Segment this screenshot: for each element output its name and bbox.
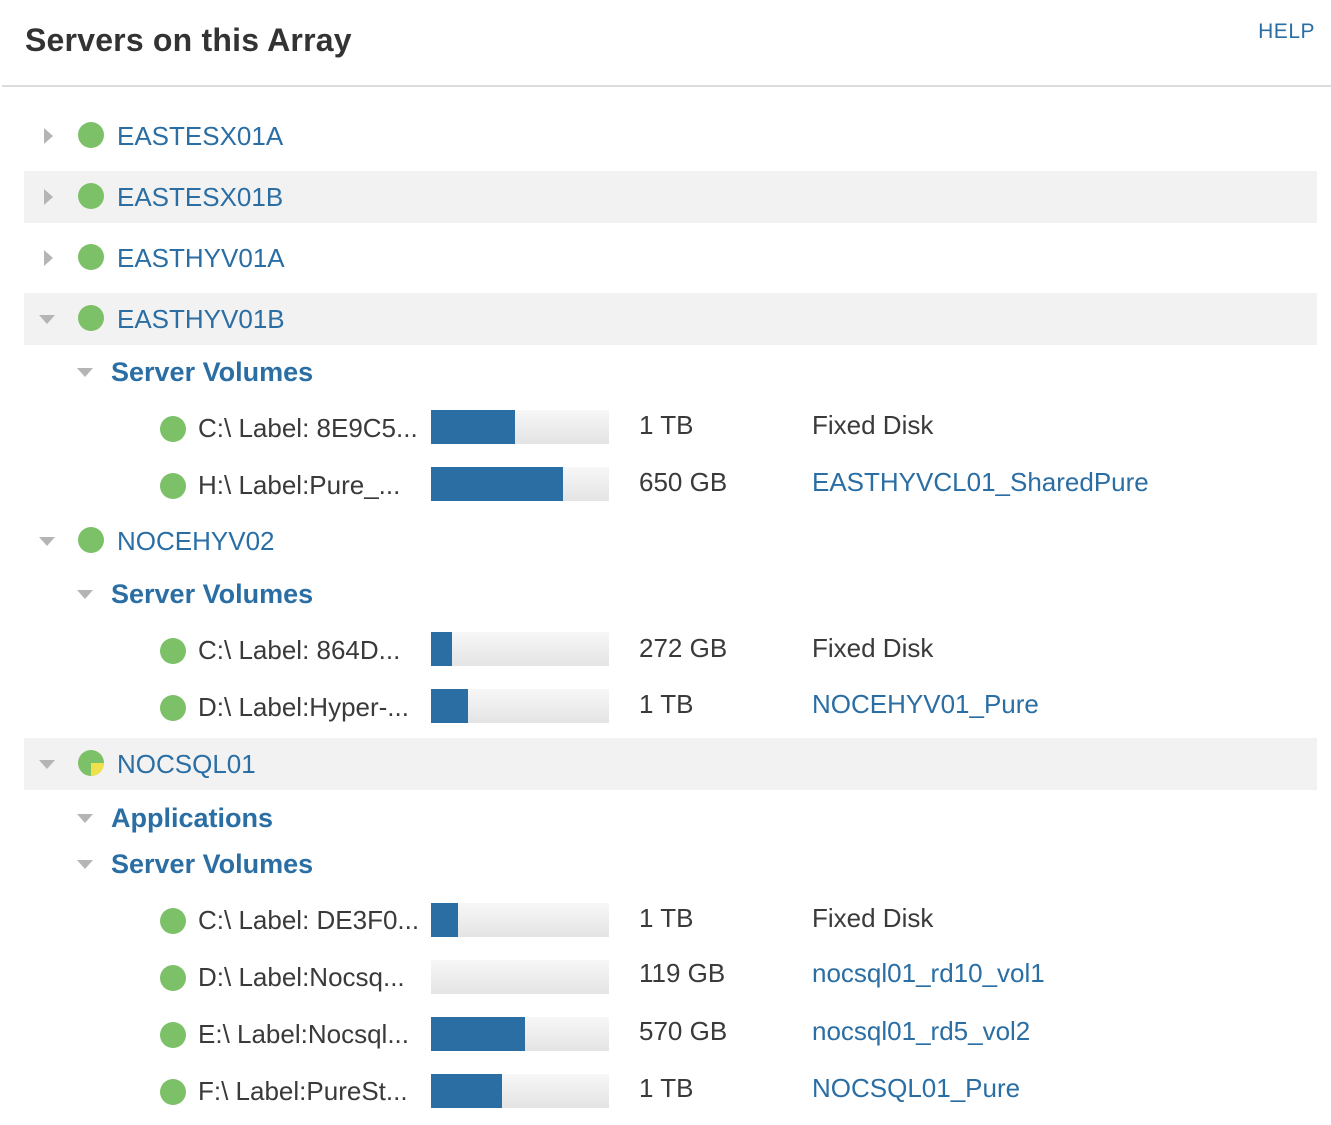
collapse-caret-icon[interactable] [39, 315, 55, 324]
server-volumes-group[interactable]: Server Volumes [111, 357, 313, 388]
server-name[interactable]: NOCEHYV02 [117, 526, 275, 557]
usage-bar [431, 1017, 609, 1051]
volume-status-ok-icon [160, 416, 186, 442]
server-name[interactable]: NOCSQL01 [117, 749, 256, 780]
usage-bar [431, 1074, 609, 1108]
volume-size: 650 GB [639, 467, 728, 497]
panel-header: Servers on this Array HELP [0, 0, 1331, 87]
collapse-caret-icon[interactable] [77, 860, 93, 869]
server-row-nocsql01[interactable]: NOCSQL01 [24, 738, 1317, 790]
expand-caret-icon[interactable] [44, 189, 53, 205]
volume-target: Fixed Disk [812, 633, 934, 663]
status-ok-icon [78, 305, 104, 331]
volume-status-ok-icon [160, 638, 186, 664]
server-name[interactable]: EASTESX01A [117, 121, 283, 152]
server-volumes-group[interactable]: Server Volumes [111, 849, 313, 880]
usage-bar [431, 960, 609, 994]
server-row-nocehyv02[interactable]: NOCEHYV02 [24, 515, 1317, 567]
volume-size: 119 GB [639, 958, 726, 988]
volume-label: D:\ Label:Hyper-... [198, 692, 409, 722]
usage-bar [431, 903, 609, 937]
usage-fill [431, 689, 469, 723]
server-volumes-group[interactable]: Server Volumes [111, 579, 313, 610]
usage-fill [431, 1017, 526, 1051]
header-divider [2, 85, 1331, 87]
usage-bar [431, 410, 609, 444]
status-ok-icon [78, 183, 104, 209]
server-name[interactable]: EASTESX01B [117, 182, 283, 213]
volume-size: 570 GB [639, 1016, 728, 1046]
status-ok-icon [78, 244, 104, 270]
volume-target-link[interactable]: NOCSQL01_Pure [812, 1073, 1020, 1104]
volume-label: H:\ Label:Pure_... [198, 470, 401, 500]
collapse-caret-icon[interactable] [39, 760, 55, 769]
volume-status-ok-icon [160, 965, 186, 991]
usage-bar [431, 467, 609, 501]
volume-target: Fixed Disk [812, 410, 934, 440]
server-name[interactable]: EASTHYV01A [117, 243, 285, 274]
volume-size: 1 TB [639, 1073, 694, 1103]
volume-size: 272 GB [639, 633, 728, 663]
collapse-caret-icon[interactable] [39, 537, 55, 546]
volume-label: C:\ Label: 864D... [198, 635, 401, 665]
volume-target-link[interactable]: NOCEHYV01_Pure [812, 689, 1039, 720]
volume-label: C:\ Label: DE3F0... [198, 905, 420, 935]
page-title: Servers on this Array [25, 22, 352, 58]
volume-target-link[interactable]: EASTHYVCL01_SharedPure [812, 467, 1149, 498]
status-warning-icon [78, 750, 104, 776]
volume-target: Fixed Disk [812, 903, 934, 933]
volume-size: 1 TB [639, 410, 694, 440]
volume-status-ok-icon [160, 695, 186, 721]
applications-group[interactable]: Applications [111, 803, 273, 834]
usage-bar [431, 632, 609, 666]
server-row-easthyv01a[interactable]: EASTHYV01A [24, 232, 1317, 284]
volume-size: 1 TB [639, 689, 694, 719]
status-ok-icon [78, 122, 104, 148]
server-row-easthyv01b[interactable]: EASTHYV01B [24, 293, 1317, 345]
volume-status-ok-icon [160, 473, 186, 499]
usage-fill [431, 467, 563, 501]
collapse-caret-icon[interactable] [77, 590, 93, 599]
server-row-eastesx01b[interactable]: EASTESX01B [24, 171, 1317, 223]
volume-target-link[interactable]: nocsql01_rd5_vol2 [812, 1016, 1030, 1047]
volume-status-ok-icon [160, 908, 186, 934]
help-link[interactable]: HELP [1258, 20, 1315, 44]
volume-label: F:\ Label:PureSt... [198, 1076, 408, 1106]
collapse-caret-icon[interactable] [77, 814, 93, 823]
volume-size: 1 TB [639, 903, 694, 933]
volume-status-ok-icon [160, 1079, 186, 1105]
status-ok-icon [78, 527, 104, 553]
server-name[interactable]: EASTHYV01B [117, 304, 285, 335]
usage-fill [431, 903, 458, 937]
collapse-caret-icon[interactable] [77, 368, 93, 377]
volume-target-link[interactable]: nocsql01_rd10_vol1 [812, 958, 1045, 989]
volume-label: D:\ Label:Nocsq... [198, 962, 405, 992]
expand-caret-icon[interactable] [44, 128, 53, 144]
volume-label: C:\ Label: 8E9C5... [198, 413, 418, 443]
usage-fill [431, 632, 453, 666]
usage-fill [431, 410, 515, 444]
usage-fill [431, 1074, 503, 1108]
server-row-eastesx01a[interactable]: EASTESX01A [24, 110, 1317, 162]
usage-bar [431, 689, 609, 723]
volume-status-ok-icon [160, 1022, 186, 1048]
expand-caret-icon[interactable] [44, 250, 53, 266]
volume-label: E:\ Label:Nocsql... [198, 1019, 409, 1049]
